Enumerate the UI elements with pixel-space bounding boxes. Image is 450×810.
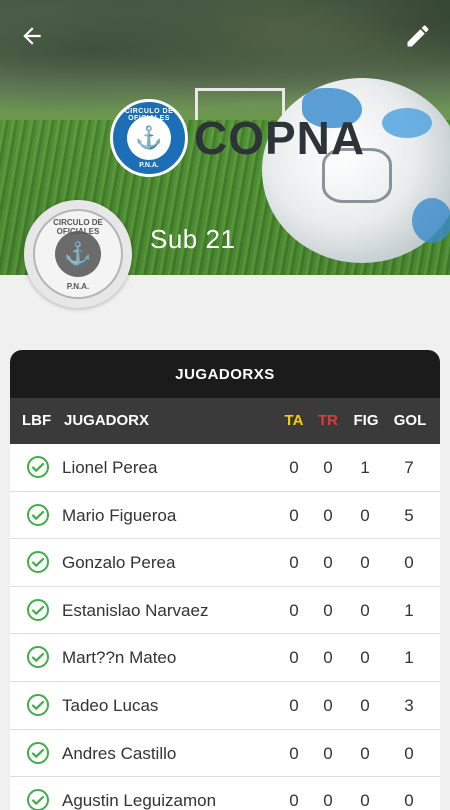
check-circle-icon bbox=[27, 598, 49, 621]
brand-wordmark: COPNA bbox=[194, 112, 366, 164]
col-lbf: LBF bbox=[22, 412, 52, 429]
player-name: Gonzalo Perea bbox=[62, 553, 176, 573]
player-ta: 0 bbox=[289, 553, 299, 573]
player-ta: 0 bbox=[289, 600, 299, 620]
player-fig: 0 bbox=[360, 648, 370, 668]
table-row[interactable]: Gonzalo Perea 0 0 0 0 bbox=[10, 539, 440, 587]
table-row[interactable]: Andres Castillo 0 0 0 0 bbox=[10, 729, 440, 778]
team-avatar: CIRCULO DE OFICIALES ⚓ P.N.A. bbox=[24, 200, 132, 308]
col-gol: GOL bbox=[393, 412, 427, 429]
copna-logo: CIRCULO DE OFICIALES ⚓ P.N.A. COPNA bbox=[110, 98, 365, 178]
player-fig: 0 bbox=[360, 505, 370, 525]
player-name: Mart??n Mateo bbox=[62, 648, 177, 668]
player-fig: 0 bbox=[360, 743, 370, 763]
check-circle-icon bbox=[27, 503, 49, 526]
player-name: Agustin Leguizamon bbox=[62, 791, 217, 810]
col-player: JUGADORX bbox=[64, 412, 150, 429]
player-name: Lionel Perea bbox=[62, 458, 158, 477]
check-circle-icon bbox=[27, 741, 49, 764]
player-name: Andres Castillo bbox=[62, 743, 177, 763]
player-tr: 0 bbox=[323, 505, 333, 525]
player-gol: 0 bbox=[404, 743, 414, 763]
player-gol: 5 bbox=[404, 505, 414, 525]
player-tr: 0 bbox=[323, 648, 333, 668]
check-circle-icon bbox=[27, 693, 49, 716]
table-body: Lionel Perea 0 0 1 7 Mario Figueroa 0 0 0 5 Gonzal… bbox=[10, 444, 440, 810]
player-gol: 1 bbox=[404, 600, 414, 620]
col-tr: TR bbox=[318, 412, 338, 429]
player-gol: 0 bbox=[404, 553, 414, 573]
copna-seal-icon: CIRCULO DE OFICIALES ⚓ P.N.A. bbox=[110, 99, 188, 177]
player-tr: 0 bbox=[323, 743, 333, 763]
player-name: Estanislao Narvaez bbox=[62, 600, 209, 620]
arrow-left-icon[interactable] bbox=[14, 18, 50, 54]
club-seal-icon: CIRCULO DE OFICIALES ⚓ P.N.A. bbox=[33, 209, 123, 299]
table-title: JUGADORXS bbox=[10, 350, 440, 398]
player-ta: 0 bbox=[289, 791, 299, 810]
avatar-seal-top-text: CIRCULO DE OFICIALES bbox=[53, 218, 103, 236]
player-ta: 0 bbox=[289, 505, 299, 525]
brand-seal-bottom-text: P.N.A. bbox=[139, 162, 159, 169]
player-fig: 1 bbox=[360, 458, 370, 477]
player-fig: 0 bbox=[360, 695, 370, 715]
player-gol: 1 bbox=[404, 648, 414, 668]
brand-seal-top-text: CIRCULO DE OFICIALES bbox=[124, 108, 174, 122]
team-name: Sub 21 bbox=[150, 224, 236, 254]
avatar-seal-bottom-text: P.N.A. bbox=[66, 282, 90, 291]
table-row[interactable]: Mart??n Mateo 0 0 0 1 bbox=[10, 634, 440, 682]
player-ta: 0 bbox=[289, 458, 299, 477]
player-name: Mario Figueroa bbox=[62, 505, 177, 525]
table-row[interactable]: Mario Figueroa 0 0 0 5 bbox=[10, 491, 440, 540]
check-circle-icon bbox=[27, 551, 49, 574]
player-tr: 0 bbox=[323, 600, 333, 620]
player-gol: 7 bbox=[404, 458, 414, 477]
table-header: LBF JUGADORX TA TR FIG GOL bbox=[10, 398, 440, 444]
player-fig: 0 bbox=[360, 791, 370, 810]
player-tr: 0 bbox=[323, 791, 333, 810]
player-name: Tadeo Lucas bbox=[62, 695, 159, 715]
pencil-icon[interactable] bbox=[400, 18, 436, 54]
check-circle-icon bbox=[27, 789, 49, 810]
table-row[interactable]: Tadeo Lucas 0 0 0 3 bbox=[10, 681, 440, 730]
player-ta: 0 bbox=[289, 743, 299, 763]
player-fig: 0 bbox=[360, 600, 370, 620]
check-circle-icon bbox=[27, 456, 49, 478]
player-ta: 0 bbox=[289, 695, 299, 715]
check-circle-icon bbox=[27, 646, 49, 669]
player-fig: 0 bbox=[360, 553, 370, 573]
col-ta: TA bbox=[284, 412, 304, 429]
table-row[interactable]: Agustin Leguizamon 0 0 0 0 bbox=[10, 777, 440, 810]
player-ta: 0 bbox=[289, 648, 299, 668]
player-tr: 0 bbox=[323, 458, 333, 477]
player-tr: 0 bbox=[323, 553, 333, 573]
col-fig: FIG bbox=[353, 412, 379, 429]
table-row[interactable]: Lionel Perea 0 0 1 7 bbox=[10, 444, 440, 492]
player-gol: 3 bbox=[404, 695, 414, 715]
table-row[interactable]: Estanislao Narvaez 0 0 0 1 bbox=[10, 586, 440, 635]
players-table-card: JUGADORXS LBF JUGADORX TA TR FIG GOL Lio… bbox=[10, 350, 440, 810]
player-tr: 0 bbox=[323, 695, 333, 715]
player-gol: 0 bbox=[404, 791, 414, 810]
